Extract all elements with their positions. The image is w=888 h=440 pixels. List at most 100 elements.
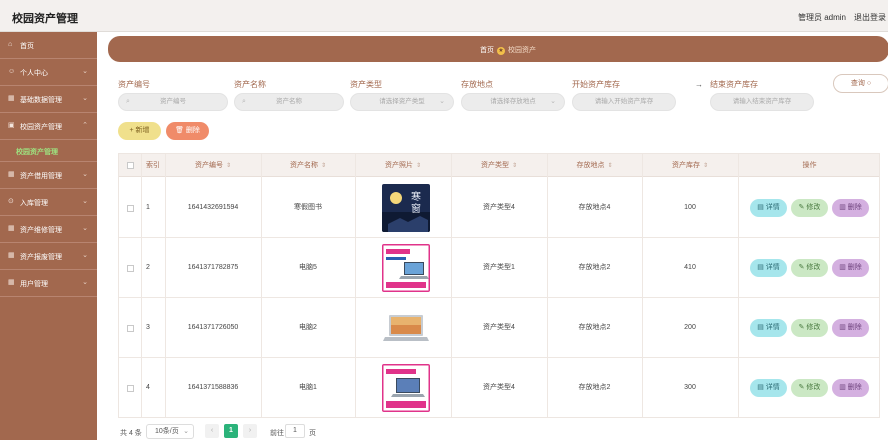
detail-button[interactable]: ▤ 详情	[750, 259, 787, 277]
sidebar-item-repair[interactable]: ▦ 资产维修管理 ⌄	[0, 216, 97, 243]
page-number-current[interactable]: 1	[224, 424, 238, 438]
prev-page-button[interactable]: ‹	[205, 424, 219, 438]
table-header: 索引 资产编号 ⇕ 资产名称 ⇕ 资产照片 ⇕ 资产类型 ⇕ 存放地点 ⇕ 资产库存 ⇕ 操…	[119, 154, 879, 177]
page-suffix: 页	[309, 430, 316, 437]
remove-button[interactable]: ▥ 删除	[832, 259, 869, 277]
cell-type: 资产类型1	[483, 264, 515, 271]
page-size-select[interactable]: 10条/页 ⌄	[146, 424, 194, 439]
asset-code-input[interactable]: ⌕ 资产编号	[118, 93, 228, 111]
chevron-down-icon: ⌄	[82, 279, 88, 286]
select-all-checkbox[interactable]	[127, 162, 134, 169]
sidebar-item-label: 基础数据管理	[20, 97, 62, 104]
row-checkbox[interactable]	[127, 265, 134, 272]
asset-code-placeholder: 资产编号	[160, 98, 186, 105]
query-button[interactable]: 查询 ○	[833, 74, 888, 93]
sidebar-item-base-data[interactable]: ▦ 基础数据管理 ⌄	[0, 86, 97, 113]
sidebar-item-users[interactable]: ▦ 用户管理 ⌄	[0, 270, 97, 297]
location-select[interactable]: 请选择存放地点 ⌄	[461, 93, 565, 111]
pencil-icon: ✎	[798, 204, 805, 211]
chevron-down-icon: ⌄	[439, 98, 445, 105]
query-button-label: 查询	[850, 80, 865, 87]
sidebar-item-stock-in[interactable]: ⊙ 入库管理 ⌄	[0, 189, 97, 216]
sidebar-item-scrap[interactable]: ▦ 资产报废管理 ⌄	[0, 243, 97, 270]
cell-index: 1	[146, 204, 150, 211]
arrow-right-icon: →	[695, 80, 703, 89]
next-page-button[interactable]: ›	[243, 424, 257, 438]
stock-end-input[interactable]: 请输入结束资产库存	[710, 93, 814, 111]
assets-table: 索引 资产编号 ⇕ 资产名称 ⇕ 资产照片 ⇕ 资产类型 ⇕ 存放地点 ⇕ 资产库存 ⇕ 操…	[118, 153, 880, 418]
detail-button-label: 详情	[765, 324, 780, 331]
filter-name-label: 资产名称	[234, 80, 266, 89]
delete-button[interactable]: 🗑 删除	[166, 122, 209, 140]
header-stock[interactable]: 资产库存 ⇕	[642, 154, 738, 177]
row-checkbox[interactable]	[127, 325, 134, 332]
header-actions: 操作	[802, 162, 817, 169]
document-icon: ▤	[757, 204, 764, 211]
sidebar-item-label: 资产维修管理	[20, 227, 62, 234]
cell-location: 存放地点4	[578, 204, 611, 211]
sidebar-item-home[interactable]: ⌂ 首页	[0, 32, 97, 59]
remove-button[interactable]: ▥ 删除	[832, 199, 869, 217]
grid-icon: ▦	[8, 225, 15, 232]
document-icon: ▤	[757, 264, 764, 271]
table-row: 2 1641371782875 电脑5 资产类型1 存放地点2 410 ▤ 详情	[119, 238, 879, 298]
download-icon: ⊙	[8, 198, 14, 205]
cell-type: 资产类型4	[483, 204, 515, 211]
chevron-left-icon: ‹	[210, 427, 214, 434]
sidebar-item-borrow[interactable]: ▦ 资产借用管理 ⌄	[0, 162, 97, 189]
header-name[interactable]: 资产名称 ⇕	[261, 154, 355, 177]
header-type[interactable]: 资产类型 ⇕	[451, 154, 547, 177]
asset-photo-laptop-silver	[382, 304, 430, 352]
cell-name: 电脑1	[299, 384, 317, 391]
add-button-label: 新增	[135, 127, 150, 134]
chevron-down-icon: ⌄	[82, 225, 88, 232]
sidebar-subitem-assets[interactable]: 校园资产管理	[0, 140, 97, 162]
detail-button[interactable]: ▤ 详情	[750, 319, 787, 337]
header-photo[interactable]: 资产照片 ⇕	[355, 154, 451, 177]
document-icon: ▤	[757, 324, 764, 331]
sidebar-item-profile[interactable]: ☺ 个人中心 ⌄	[0, 59, 97, 86]
cell-stock: 200	[684, 324, 696, 331]
edit-button[interactable]: ✎ 修改	[791, 199, 828, 217]
document-icon: ▤	[757, 384, 764, 391]
logout-link[interactable]: 退出登录	[854, 12, 886, 23]
row-checkbox[interactable]	[127, 385, 134, 392]
pencil-icon: ✎	[798, 324, 805, 331]
cell-type: 资产类型4	[483, 324, 515, 331]
asset-type-select[interactable]: 请选择资产类型 ⌄	[350, 93, 454, 111]
remove-button[interactable]: ▥ 删除	[832, 379, 869, 397]
grid-icon: ▦	[8, 279, 15, 286]
sidebar-item-assets[interactable]: ▣ 校园资产管理 ⌃	[0, 113, 97, 140]
chevron-up-icon: ⌃	[82, 122, 88, 129]
stock-start-input[interactable]: 请输入开始资产库存	[572, 93, 676, 111]
row-checkbox[interactable]	[127, 205, 134, 212]
goto-label: 前往	[270, 430, 284, 437]
cell-index: 3	[146, 324, 150, 331]
edit-button[interactable]: ✎ 修改	[791, 319, 828, 337]
edit-button-label: 修改	[806, 264, 821, 271]
header-code[interactable]: 资产编号 ⇕	[165, 154, 261, 177]
detail-button[interactable]: ▤ 详情	[750, 199, 787, 217]
table-row: 3 1641371726050 电脑2 资产类型4 存放地点2 200 ▤ 详情…	[119, 298, 879, 358]
page-size-value: 10条/页	[155, 428, 179, 435]
asset-name-input[interactable]: ⌕ 资产名称	[234, 93, 344, 111]
stock-end-placeholder: 请输入结束资产库存	[732, 98, 792, 105]
chevron-down-icon: ⌄	[82, 171, 88, 178]
chevron-down-icon: ⌄	[82, 198, 88, 205]
add-button[interactable]: + 新增	[118, 122, 161, 140]
cell-index: 4	[146, 384, 150, 391]
chevron-down-icon: ⌄	[82, 252, 88, 259]
header-photo-label: 资产照片	[384, 162, 413, 169]
cell-code: 1641371782875	[187, 264, 239, 271]
remove-button[interactable]: ▥ 删除	[832, 319, 869, 337]
goto-page-input[interactable]: 1	[285, 424, 305, 438]
admin-user: 管理员 admin	[797, 13, 846, 22]
cell-index: 2	[146, 264, 150, 271]
edit-button[interactable]: ✎ 修改	[791, 379, 828, 397]
breadcrumb-home[interactable]: 首页	[480, 47, 494, 54]
edit-button[interactable]: ✎ 修改	[791, 259, 828, 277]
svg-text:寒: 寒	[411, 190, 421, 203]
trash-icon: ▥	[839, 324, 846, 331]
detail-button[interactable]: ▤ 详情	[750, 379, 787, 397]
header-location[interactable]: 存放地点 ⇕	[547, 154, 642, 177]
